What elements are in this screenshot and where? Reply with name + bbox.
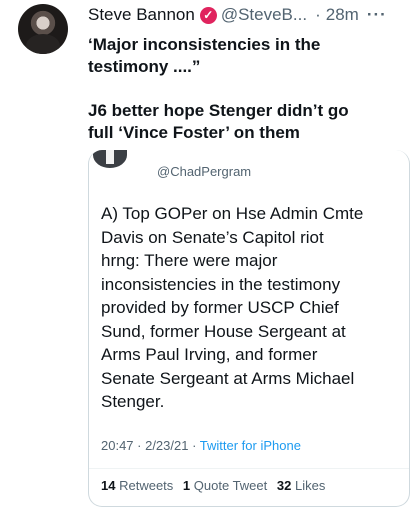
quoted-avatar[interactable] xyxy=(93,150,127,168)
tweet-text-line: J6 better hope Stenger didn’t go xyxy=(88,101,349,120)
quoted-text-line: inconsistencies in the testimony xyxy=(101,274,341,294)
tweet-text: ‘Major inconsistencies in the testimony … xyxy=(88,34,408,144)
quoted-stats: 14 Retweets 1 Quote Tweet 32 Likes xyxy=(101,478,331,493)
quoted-handle[interactable]: @ChadPergram xyxy=(157,164,251,179)
tweet-text-line: testimony ....” xyxy=(88,57,201,76)
avatar[interactable] xyxy=(18,4,68,54)
author-handle[interactable]: @SteveB... xyxy=(221,5,307,25)
quoted-text-line: Senate Sergeant at Arms Michael xyxy=(101,368,355,388)
quoted-text: A) Top GOPer on Hse Admin Cmte Davis on … xyxy=(101,202,401,414)
retweets-stat[interactable]: 14 Retweets xyxy=(101,478,173,493)
tweet-header: Steve Bannon ✓ @SteveB... · 28m ··· xyxy=(88,4,413,26)
quoted-text-line: Sund, former House Sergeant at xyxy=(101,321,346,341)
quoted-timestamp[interactable]: 20:47 · 2/23/21 · xyxy=(101,438,200,453)
divider xyxy=(89,468,409,469)
quoted-source-link[interactable]: Twitter for iPhone xyxy=(200,438,301,453)
quoted-text-line: A) Top GOPer on Hse Admin Cmte xyxy=(101,204,364,223)
tweet-text-line: ‘Major inconsistencies in the xyxy=(88,35,321,54)
tweet[interactable]: Steve Bannon ✓ @SteveB... · 28m ··· ‘Maj… xyxy=(0,0,417,507)
tweet-text-line: full ‘Vince Foster’ on them xyxy=(88,123,300,142)
quotes-stat[interactable]: 1 Quote Tweet xyxy=(183,478,267,493)
quoted-text-line: provided by former USCP Chief xyxy=(101,298,339,317)
likes-count: 32 xyxy=(276,478,292,493)
more-options-icon[interactable]: ··· xyxy=(367,5,387,25)
quoted-text-line: Stenger. xyxy=(101,392,165,411)
quoted-tweet[interactable]: @ChadPergram A) Top GOPer on Hse Admin C… xyxy=(88,150,410,507)
separator-dot: · xyxy=(315,5,321,24)
quotes-count: 1 xyxy=(182,478,191,493)
likes-stat[interactable]: 32 Likes xyxy=(277,478,325,493)
retweets-count: 14 xyxy=(101,478,116,493)
quoted-text-line: Davis on Senate’s Capitol riot xyxy=(101,227,324,247)
quoted-text-line: hrng: There were major xyxy=(101,251,278,270)
author-name[interactable]: Steve Bannon xyxy=(88,5,195,25)
quotes-label: Quote Tweet xyxy=(193,478,268,493)
tweet-time[interactable]: 28m xyxy=(326,5,359,25)
quoted-text-line: Arms Paul Irving, and former xyxy=(101,345,318,364)
likes-label: Likes xyxy=(294,478,326,493)
verified-icon: ✓ xyxy=(199,6,217,24)
retweets-label: Retweets xyxy=(119,478,174,493)
quoted-meta: 20:47 · 2/23/21 · Twitter for iPhone xyxy=(101,438,301,453)
